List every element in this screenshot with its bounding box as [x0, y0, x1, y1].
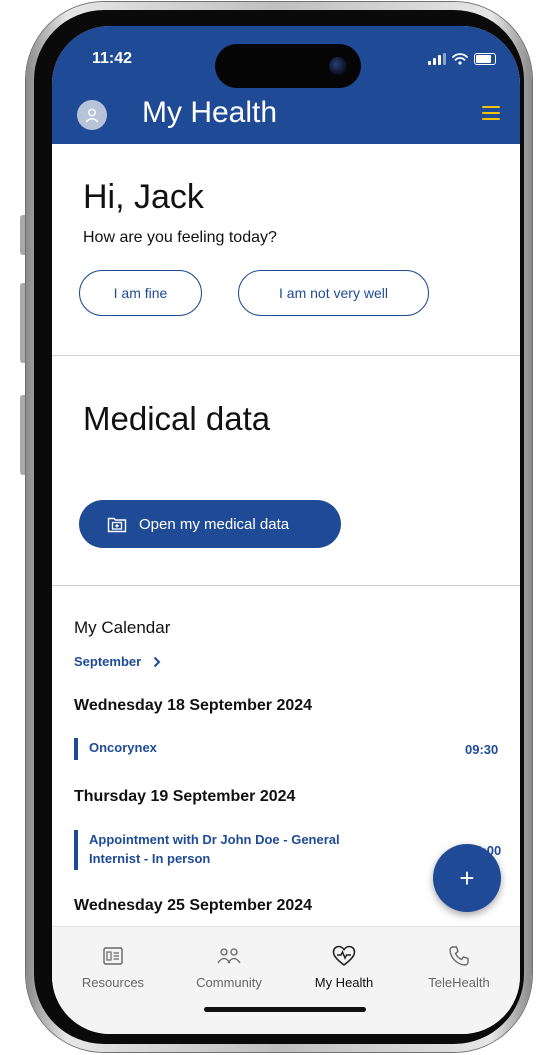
home-indicator[interactable] — [204, 1007, 366, 1012]
nav-label: Community — [196, 975, 262, 990]
add-button[interactable]: + — [433, 844, 501, 912]
avatar[interactable] — [77, 100, 107, 130]
nav-item-community[interactable]: Community — [174, 943, 284, 990]
day-heading: Thursday 19 September 2024 — [74, 788, 296, 805]
page-title: My Health — [142, 96, 278, 129]
section-divider — [52, 585, 520, 586]
greeting-subtitle: How are you feeling today? — [83, 229, 277, 246]
camera-icon — [329, 57, 347, 75]
event-time: 09:30 — [465, 742, 499, 757]
calendar-title: My Calendar — [74, 618, 171, 637]
chevron-right-icon — [153, 656, 161, 667]
plus-icon: + — [459, 862, 475, 893]
day-heading: Wednesday 18 September 2024 — [74, 697, 313, 714]
app-header: 11:42 My Health — [52, 26, 520, 144]
calendar-event[interactable]: Appointment with Dr John Doe - General I… — [74, 830, 379, 870]
greeting-title: Hi, Jack — [83, 178, 204, 216]
bottom-navigation: Resources Community My Health TeleHealth — [52, 926, 520, 1034]
phone-icon — [449, 946, 469, 966]
calendar-event[interactable]: Oncorynex — [74, 738, 502, 760]
event-name: Oncorynex — [89, 740, 157, 755]
signal-icon — [428, 53, 446, 65]
open-medical-data-label: Open my medical data — [139, 515, 290, 533]
nav-label: Resources — [81, 975, 145, 990]
heart-pulse-icon — [332, 945, 356, 967]
device-mockup: 11:42 My Health Hi, Jack How are you fee… — [0, 0, 536, 1055]
app-screen: 11:42 My Health Hi, Jack How are you fee… — [52, 26, 520, 1034]
i-am-fine-button[interactable]: I am fine — [79, 270, 202, 316]
month-label: September — [74, 654, 142, 669]
nav-item-telehealth[interactable]: TeleHealth — [404, 943, 514, 990]
month-selector[interactable]: September — [74, 654, 161, 669]
community-icon — [217, 948, 241, 964]
nav-label: My Health — [314, 975, 374, 990]
open-medical-data-button[interactable]: Open my medical data — [79, 500, 341, 548]
not-very-well-button[interactable]: I am not very well — [238, 270, 429, 316]
nav-label: TeleHealth — [428, 975, 490, 990]
status-icons — [428, 53, 496, 65]
nav-item-resources[interactable]: Resources — [58, 943, 168, 990]
wifi-icon — [452, 53, 468, 65]
medical-folder-icon — [107, 517, 127, 533]
battery-icon — [474, 53, 496, 65]
section-divider — [52, 355, 520, 356]
nav-item-my-health[interactable]: My Health — [289, 943, 399, 990]
dynamic-island — [215, 44, 361, 88]
event-name: Appointment with Dr John Doe - General I… — [89, 832, 340, 866]
medical-data-title: Medical data — [83, 400, 271, 437]
resources-icon — [103, 947, 123, 965]
user-icon — [85, 108, 99, 123]
hamburger-menu-icon[interactable] — [482, 106, 500, 120]
day-heading: Wednesday 25 September 2024 — [74, 897, 313, 914]
status-time: 11:42 — [92, 50, 133, 67]
